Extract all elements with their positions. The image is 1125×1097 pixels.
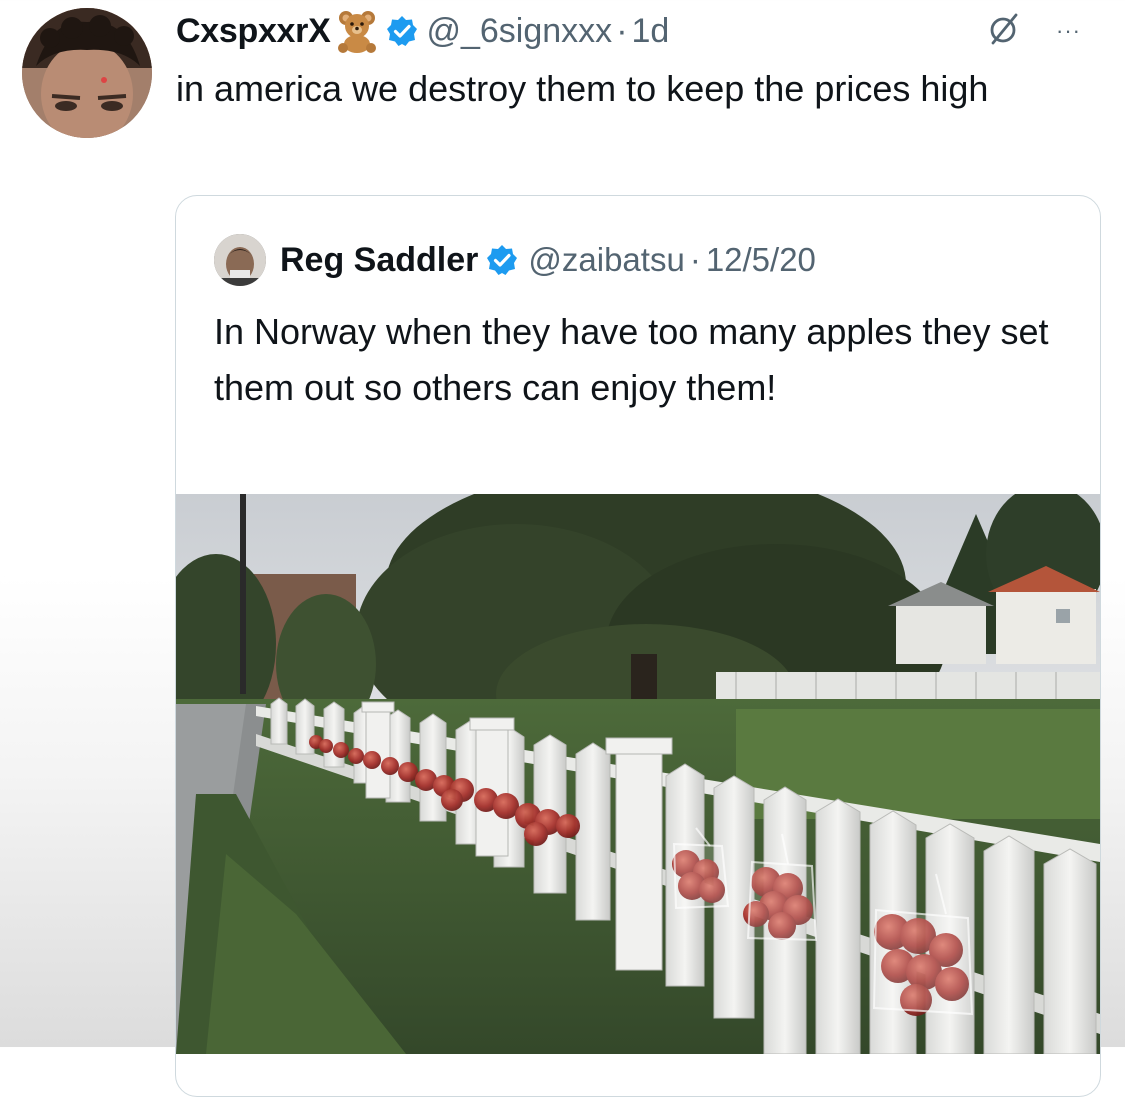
quoted-author-avatar[interactable]: [214, 234, 266, 286]
author-handle[interactable]: @_6signxxx: [426, 12, 612, 51]
verified-badge-icon[interactable]: [386, 15, 418, 47]
verified-badge-icon[interactable]: [486, 244, 518, 276]
quoted-author-handle[interactable]: @zaibatsu: [528, 241, 684, 279]
tweet-timestamp[interactable]: 1d: [632, 12, 670, 51]
separator-dot: ·: [689, 241, 701, 278]
quoted-tweet-text: In Norway when they have too many apples…: [214, 311, 1049, 408]
tweet-header: CxspxxrX @_6signxxx · 1d: [176, 6, 669, 56]
author-avatar[interactable]: [22, 8, 152, 138]
more-options-icon[interactable]: ···: [1056, 20, 1081, 42]
slashed-circle-icon[interactable]: [986, 12, 1020, 51]
author-display-name[interactable]: CxspxxrX: [176, 12, 331, 51]
quoted-tweet-header: Reg Saddler @zaibatsu · 12/5/20: [280, 236, 816, 284]
quoted-tweet-photo[interactable]: [176, 494, 1100, 1054]
teddy-bear-icon: [334, 8, 380, 54]
separator-dot: ·: [616, 11, 628, 50]
apples-on-fence-image: [176, 494, 1100, 1054]
tweet-text: in america we destroy them to keep the p…: [176, 68, 989, 109]
quoted-author-display-name[interactable]: Reg Saddler: [280, 241, 478, 280]
quoted-tweet-date[interactable]: 12/5/20: [706, 241, 816, 279]
quoted-tweet-card[interactable]: Reg Saddler @zaibatsu · 12/5/20 In Norwa…: [175, 195, 1101, 1097]
